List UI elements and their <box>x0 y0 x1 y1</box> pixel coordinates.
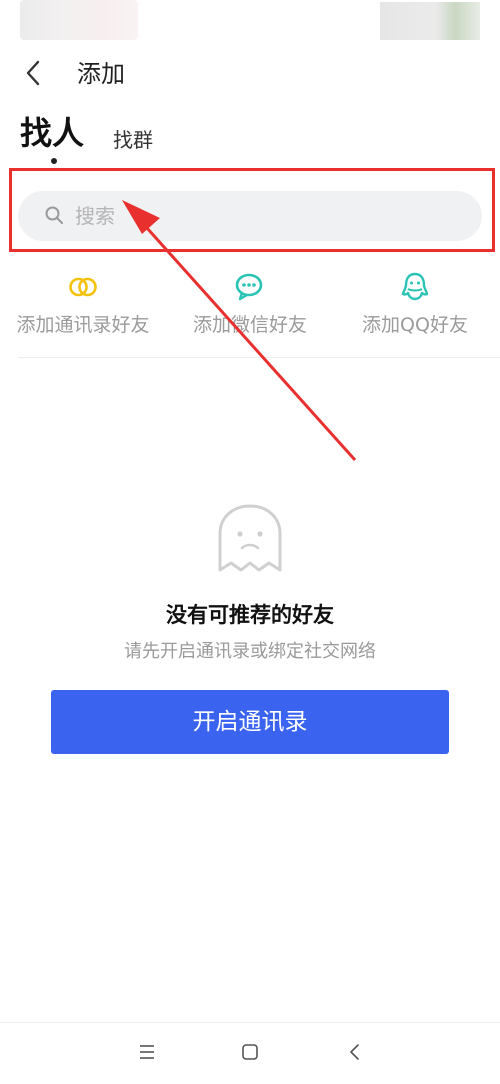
add-qq-friends-button[interactable]: 添加QQ好友 <box>330 270 500 338</box>
empty-state-description: 请先开启通讯录或绑定社交网络 <box>124 641 376 662</box>
shortcut-label: 添加微信好友 <box>192 314 307 336</box>
tab-find-group[interactable]: 找群 <box>113 126 153 154</box>
shortcut-label: 添加通讯录好友 <box>16 314 150 336</box>
back-icon[interactable] <box>18 58 48 88</box>
shortcut-label: 添加QQ好友 <box>362 314 468 336</box>
home-icon[interactable] <box>238 1040 262 1064</box>
status-bar-left-blurred <box>20 0 138 40</box>
page-title: 添加 <box>77 60 125 88</box>
empty-state-title: 没有可推荐的好友 <box>166 603 334 627</box>
status-bar-right-blurred <box>380 2 480 40</box>
menu-icon[interactable] <box>135 1040 159 1064</box>
tab-find-person[interactable]: 找人 <box>20 113 84 153</box>
back-icon[interactable] <box>343 1040 367 1064</box>
qq-icon <box>398 270 432 304</box>
contacts-rings-icon <box>66 270 100 304</box>
ghost-icon <box>212 500 288 580</box>
annotation-highlight-box <box>9 168 495 252</box>
add-contacts-friends-button[interactable]: 添加通讯录好友 <box>0 270 168 338</box>
tab-active-indicator <box>51 158 57 164</box>
wechat-icon <box>233 270 267 304</box>
enable-contacts-button[interactable]: 开启通讯录 <box>51 690 449 754</box>
add-wechat-friends-button[interactable]: 添加微信好友 <box>165 270 335 338</box>
section-divider <box>18 357 500 358</box>
